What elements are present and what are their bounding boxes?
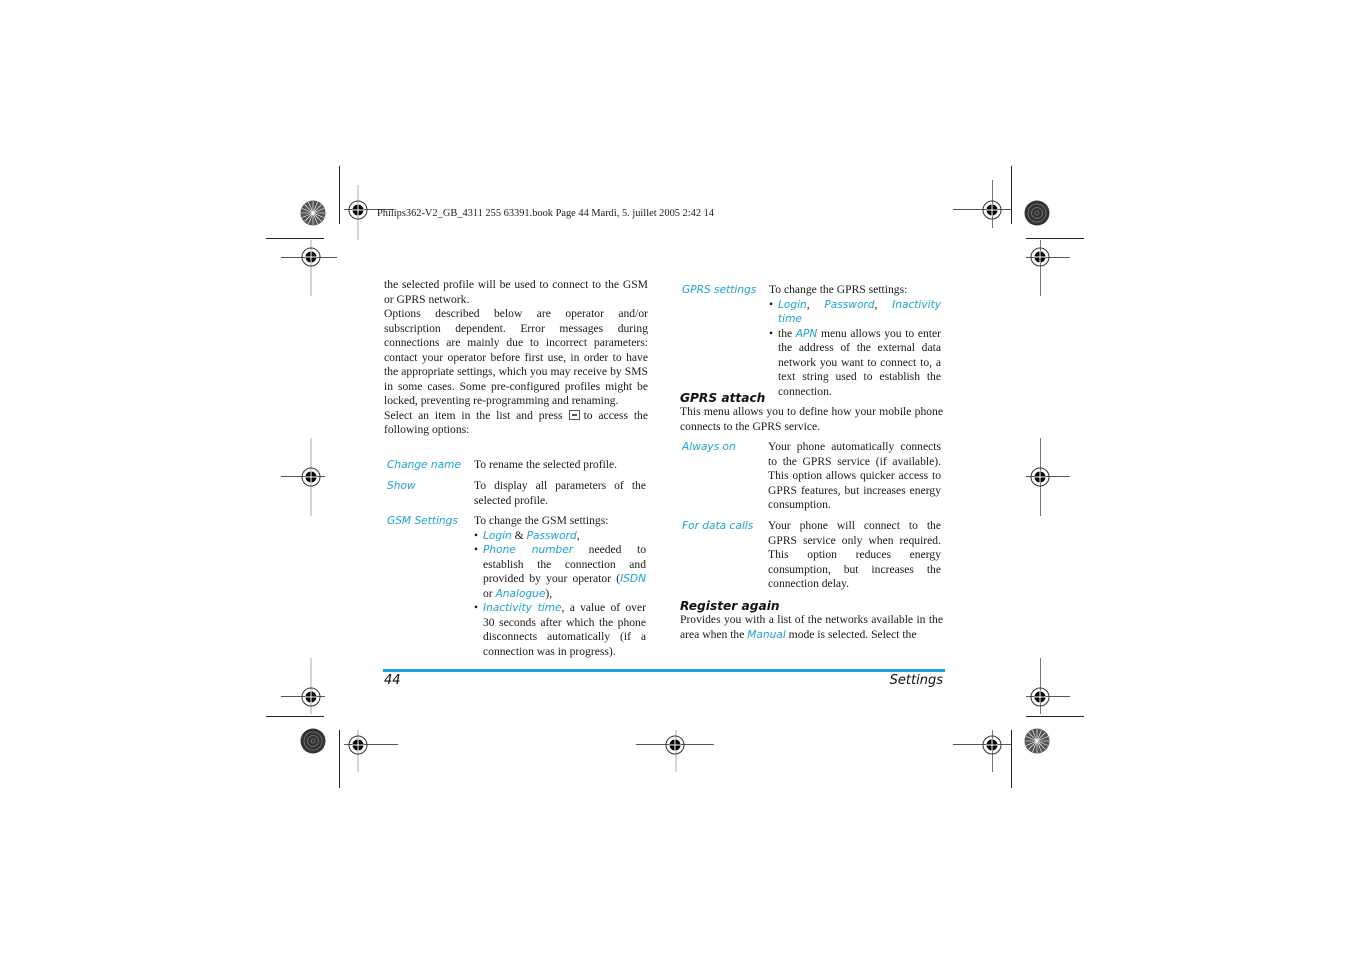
list-item: Phone number needed to establish the con…	[474, 543, 646, 601]
option-description: To change the GPRS settings:	[769, 283, 908, 296]
option-term: GPRS settings	[682, 284, 757, 296]
registration-target-icon	[301, 687, 321, 707]
section-heading: GPRS attach	[680, 391, 766, 405]
option-description: Your phone will connect to the GPRS serv…	[768, 519, 941, 590]
page-number: 44	[384, 673, 401, 688]
option-term: Show	[387, 480, 416, 492]
crop-mark	[1026, 716, 1084, 717]
crop-mark	[1011, 730, 1012, 788]
section-title: Settings	[889, 673, 943, 688]
crop-mark	[266, 716, 324, 717]
crop-mark	[266, 238, 324, 239]
list-item: Login & Password,	[474, 529, 646, 544]
concentric-target-icon	[300, 728, 326, 754]
intro-paragraph: Select an item in the list and press to a…	[384, 408, 648, 437]
intro-paragraph: the selected profile will be used to con…	[384, 278, 648, 306]
option-description: To rename the selected profile.	[474, 458, 618, 471]
gprs-settings-block: To change the GPRS settings: Login, Pass…	[769, 283, 941, 399]
crop-mark	[1011, 166, 1012, 224]
registration-target-icon	[982, 200, 1002, 220]
list-item: the APN menu allows you to enter the add…	[769, 327, 941, 400]
registration-target-icon	[982, 735, 1002, 755]
section-body: Provides you with a list of the networks…	[680, 613, 943, 641]
registration-target-icon	[301, 467, 321, 487]
starburst-target-icon	[1024, 728, 1050, 754]
option-term: Always on	[682, 441, 736, 453]
footer-rule	[383, 669, 945, 672]
option-term: For data calls	[682, 520, 754, 532]
registration-target-icon	[1030, 687, 1050, 707]
crop-mark	[339, 166, 340, 224]
print-header-slug: Philips362-V2_GB_4311 255 63391.book Pag…	[377, 208, 715, 219]
option-description: To change the GSM settings:	[474, 514, 609, 527]
gprs-settings-list: Login, Password, Inactivity time the APN…	[769, 298, 941, 400]
list-item: Inactivity time, a value of over 30 seco…	[474, 601, 646, 659]
intro-paragraph: Options described below are operator and…	[384, 307, 648, 407]
registration-target-icon	[1030, 247, 1050, 267]
gsm-settings-list: Login & Password, Phone number needed to…	[474, 529, 646, 660]
section-heading: Register again	[680, 599, 780, 613]
registration-target-icon	[665, 735, 685, 755]
ok-key-icon	[568, 409, 580, 420]
crop-mark	[339, 730, 340, 788]
registration-target-icon	[348, 735, 368, 755]
registration-target-icon	[1030, 467, 1050, 487]
section-body: This menu allows you to define how your …	[680, 405, 943, 433]
starburst-target-icon	[300, 200, 326, 226]
concentric-target-icon	[1024, 200, 1050, 226]
crop-mark	[1026, 238, 1084, 239]
list-item: Login, Password, Inactivity time	[769, 298, 941, 327]
option-description: To display all parameters of the selecte…	[474, 479, 646, 507]
option-term: GSM Settings	[387, 515, 458, 527]
option-term: Change name	[387, 459, 461, 471]
registration-target-icon	[301, 247, 321, 267]
gsm-settings-block: To change the GSM settings: Login & Pass…	[474, 514, 646, 659]
option-description: Your phone automatically connects to the…	[768, 440, 941, 511]
left-column: the selected profile will be used to con…	[384, 278, 648, 438]
registration-target-icon	[348, 200, 368, 220]
